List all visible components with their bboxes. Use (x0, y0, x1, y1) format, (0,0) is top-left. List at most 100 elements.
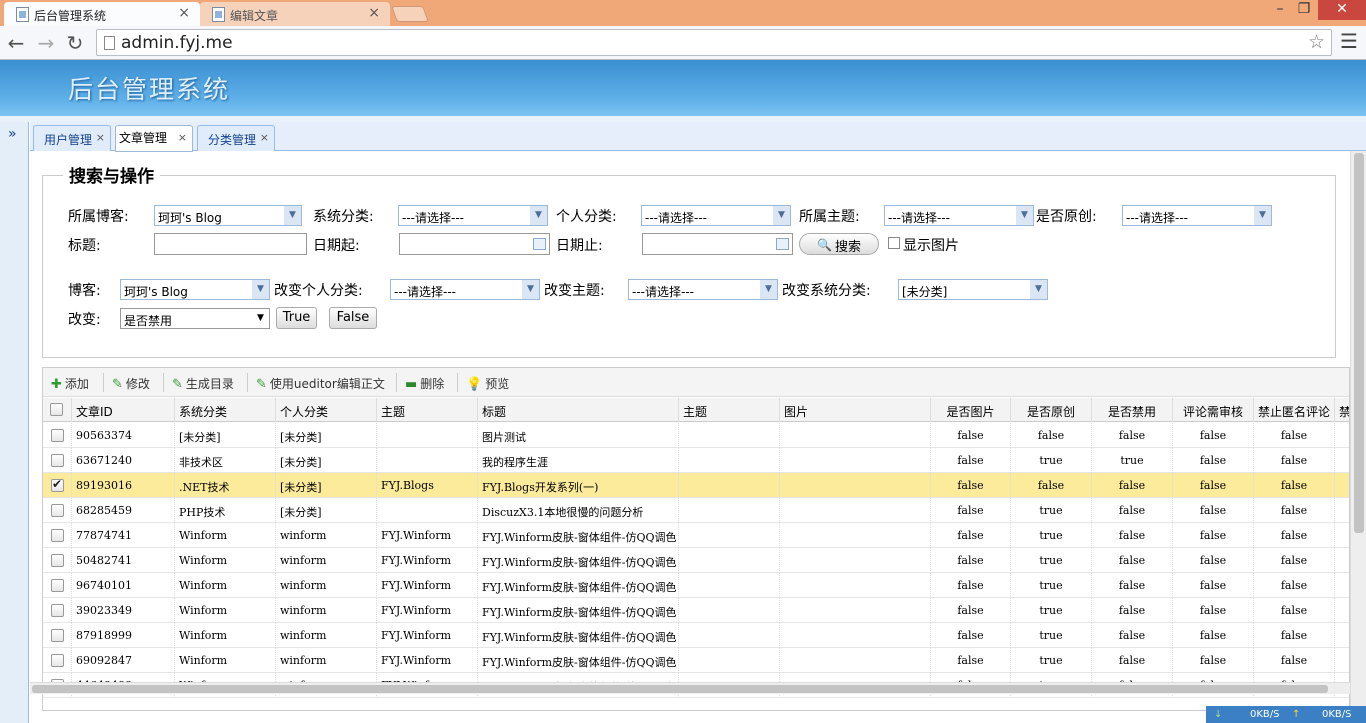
close-tab-icon[interactable]: × (96, 131, 105, 144)
close-tab-icon[interactable]: × (368, 5, 380, 21)
false-button[interactable]: False (329, 307, 377, 329)
column-header[interactable]: 个人分类 (276, 398, 377, 422)
table-cell: false (1092, 473, 1173, 498)
column-header[interactable]: 主题 (377, 398, 478, 422)
change-syscat-select[interactable]: [未分类] ▼ (898, 279, 1048, 300)
calendar-icon[interactable] (533, 238, 546, 250)
delete-button[interactable]: ▬ 删除 (405, 375, 444, 392)
blog-select[interactable]: 珂珂's Blog ▼ (154, 205, 302, 226)
original-select[interactable]: ---请选择--- ▼ (1122, 205, 1272, 226)
browser-tab-edit[interactable]: 编辑文章 × (200, 2, 390, 26)
reload-icon[interactable]: ↻ (63, 31, 87, 55)
tab-article-management[interactable]: 文章管理 × (115, 125, 193, 152)
vertical-scrollbar[interactable] (1350, 151, 1366, 723)
table-cell: 77874741 (72, 523, 175, 548)
menu-icon[interactable]: ☰ (1340, 29, 1358, 53)
url-text[interactable]: admin.fyj.me (121, 33, 233, 53)
table-row[interactable]: 90563374 [未分类] [未分类] 图片测试 false false false fal… (43, 423, 1349, 448)
topic-select[interactable]: ---请选择--- ▼ (884, 205, 1034, 226)
browser-tab-admin[interactable]: 后台管理系统 × (4, 2, 200, 26)
ueditor-button[interactable]: ✎ 使用ueditor编辑正文 (256, 375, 385, 392)
row-checkbox[interactable] (51, 554, 64, 567)
preview-button[interactable]: 💡 预览 (466, 375, 509, 392)
column-header[interactable]: 禁止匿名评论 (1254, 398, 1335, 422)
change-topic-select[interactable]: ---请选择--- ▼ (628, 279, 778, 300)
table-row[interactable]: 96740101 Winform winform FYJ.Winform FYJ.Win… (43, 573, 1349, 598)
change-percat-select[interactable]: ---请选择--- ▼ (390, 279, 540, 300)
true-button[interactable]: True (276, 307, 317, 329)
calendar-icon[interactable] (776, 238, 789, 250)
syscat-select[interactable]: ---请选择--- ▼ (398, 205, 548, 226)
table-row[interactable]: 89193016.NET技术[未分类]FYJ.BlogsFYJ.Blogs开发系… (43, 473, 1349, 498)
table-row[interactable]: 68285459 PHP技术 [未分类] DiscuzX3.1本地很慢的问题分析 fal… (43, 498, 1349, 523)
tab-label: 文章管理 (119, 131, 168, 145)
add-button[interactable]: ✚ 添加 (51, 375, 89, 392)
row-checkbox[interactable] (51, 579, 64, 592)
scroll-thumb[interactable] (1354, 153, 1364, 533)
row-checkbox[interactable] (51, 654, 64, 667)
tab-category-management[interactable]: 分类管理 × (197, 125, 275, 151)
table-cell: false (931, 623, 1011, 648)
back-arrow-icon[interactable]: ← (4, 31, 28, 55)
search-legend: 搜索与操作 (63, 162, 160, 187)
table-row[interactable]: 69092847 Winform winform FYJ.Winform FYJ.Win… (43, 648, 1349, 673)
column-header[interactable]: 评论需审核 (1173, 398, 1254, 422)
column-header[interactable]: 标题 (478, 398, 679, 422)
column-header[interactable]: 是否原创 (1011, 398, 1092, 422)
table-row[interactable]: 50482741 Winform winform FYJ.Winform FYJ.Win… (43, 548, 1349, 573)
row-checkbox[interactable] (51, 454, 64, 467)
forward-arrow-icon[interactable]: → (34, 31, 58, 55)
row-checkbox[interactable] (51, 629, 64, 642)
row-checkbox[interactable] (51, 604, 64, 617)
table-row[interactable]: 63671240 非技术区 [未分类] 我的程序生涯 false true true fals… (43, 448, 1349, 473)
date-from-input[interactable] (399, 233, 550, 255)
column-header[interactable]: 是否图片 (931, 398, 1011, 422)
column-header[interactable]: 系统分类 (175, 398, 276, 422)
table-row[interactable]: 77874741 Winform winform FYJ.Winform FYJ.Win… (43, 523, 1349, 548)
table-cell: [未分类] (276, 423, 377, 448)
restore-icon[interactable]: ❐ (1292, 0, 1316, 20)
row-checkbox[interactable] (51, 529, 64, 542)
show-images-checkbox[interactable] (888, 237, 900, 249)
horizontal-scrollbar[interactable] (30, 682, 1350, 694)
close-tab-icon[interactable]: × (260, 131, 269, 144)
table-row[interactable]: 87918999 Winform winform FYJ.Winform FYJ.Win… (43, 623, 1349, 648)
percat-select[interactable]: ---请选择--- ▼ (641, 205, 791, 226)
column-header[interactable]: 主题 (679, 398, 780, 422)
generate-toc-button[interactable]: ✎ 生成目录 (172, 375, 234, 392)
row-checkbox[interactable] (51, 429, 64, 442)
table-cell (780, 448, 931, 473)
tab-user-management[interactable]: 用户管理 × (33, 125, 111, 151)
chevron-down-icon: ▼ (760, 280, 777, 299)
close-tab-icon[interactable]: × (178, 5, 190, 21)
row-checkbox[interactable] (51, 477, 64, 492)
expand-sidebar-icon[interactable]: » (8, 126, 17, 142)
minimize-icon[interactable]: – (1268, 0, 1292, 20)
address-bar[interactable]: admin.fyj.me ☆ (96, 29, 1332, 56)
table-cell: false (1173, 623, 1254, 648)
title-input[interactable] (154, 233, 307, 255)
column-header[interactable]: 禁 (1335, 398, 1349, 422)
select-all-checkbox[interactable] (50, 403, 63, 416)
table-cell (780, 598, 931, 623)
row-checkbox[interactable] (51, 504, 64, 517)
window-close-icon[interactable]: ✕ (1318, 0, 1366, 20)
search-button[interactable]: 🔍 搜索 (799, 233, 879, 255)
table-cell: 我的程序生涯 (478, 448, 679, 473)
table-cell: Winform (175, 648, 276, 673)
change-field-select[interactable]: 是否禁用 ▼ (120, 308, 270, 329)
column-header[interactable]: 是否禁用 (1092, 398, 1173, 422)
table-row[interactable]: 39023349 Winform winform FYJ.Winform FYJ.Win… (43, 598, 1349, 623)
scroll-thumb[interactable] (32, 685, 1328, 693)
edit-button[interactable]: ✎ 修改 (112, 375, 150, 392)
table-cell: false (1173, 598, 1254, 623)
new-tab-button[interactable] (391, 6, 429, 22)
page-favicon-icon (212, 7, 225, 22)
column-header[interactable]: 图片 (780, 398, 931, 422)
date-to-input[interactable] (642, 233, 793, 255)
chevron-down-icon: ▼ (252, 309, 269, 328)
bookmark-star-icon[interactable]: ☆ (1308, 31, 1325, 53)
op-blog-select[interactable]: 珂珂's Blog ▼ (120, 279, 270, 300)
close-tab-icon[interactable]: × (178, 131, 187, 144)
column-header[interactable]: 文章ID (72, 398, 175, 422)
